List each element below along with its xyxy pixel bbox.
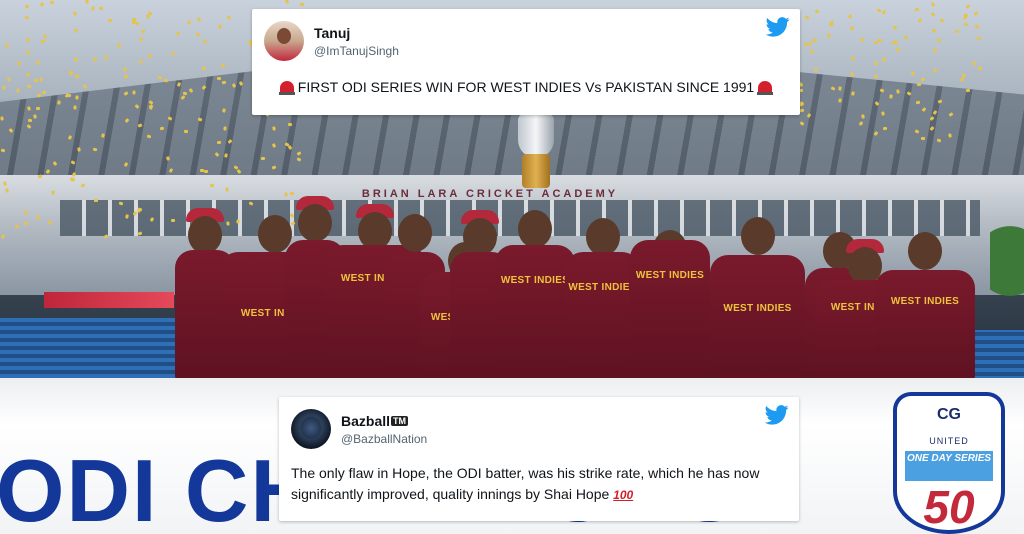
team-players: WEST INDIES WEST INDIES WEST INDIES WEST…: [165, 130, 995, 380]
series-logo: CG UNITED ONE DAY SERIES 50: [893, 392, 1005, 534]
tweet-author-handle[interactable]: @BazballNation: [341, 432, 427, 446]
player: WEST INDIES: [875, 230, 975, 380]
jersey-text: WEST INDIES: [635, 270, 705, 281]
badge-line2: ONE DAY SERIES: [905, 451, 993, 481]
trademark-badge: TM: [391, 415, 409, 426]
player: WEST INDIES: [495, 200, 575, 380]
tweet-card[interactable]: Tanuj @ImTanujSingh FIRST ODI SERIES WIN…: [252, 9, 800, 115]
avatar[interactable]: [291, 409, 331, 449]
stand-seats-left: [0, 318, 180, 378]
tweet-card[interactable]: Bazball TM @BazballNation The only flaw i…: [279, 397, 799, 521]
trees: [990, 225, 1024, 315]
player: WEST INDIES: [630, 190, 710, 380]
jersey-text: WEST INDIES: [890, 296, 960, 307]
tweet-author-name[interactable]: Tanuj: [314, 25, 399, 41]
siren-icon: [278, 81, 295, 95]
avatar[interactable]: [264, 21, 304, 61]
player: WEST INDIES: [710, 215, 805, 380]
siren-icon: [757, 81, 774, 95]
twitter-bird-icon[interactable]: [765, 405, 789, 425]
twitter-bird-icon[interactable]: [766, 17, 790, 37]
tweet-author-name[interactable]: Bazball TM: [341, 413, 427, 429]
hundred-emoji-icon: 100: [613, 488, 634, 502]
jersey-text: WEST INDIES: [500, 275, 570, 286]
tweet-text: The only flaw in Hope, the ODI batter, w…: [291, 465, 760, 502]
badge-brand: CG: [937, 406, 961, 423]
badge-line1: UNITED: [929, 436, 969, 446]
ad-board: [44, 292, 174, 308]
jersey-text: WEST INDIES: [568, 282, 637, 293]
tweet-author-handle[interactable]: @ImTanujSingh: [314, 44, 399, 58]
jersey-text: WEST INDIES: [723, 303, 792, 314]
player: WEST INDIES: [565, 210, 640, 380]
trophy: [514, 114, 558, 190]
tweet-text: FIRST ODI SERIES WIN FOR WEST INDIES Vs …: [264, 79, 788, 95]
badge-number: 50: [923, 481, 975, 533]
